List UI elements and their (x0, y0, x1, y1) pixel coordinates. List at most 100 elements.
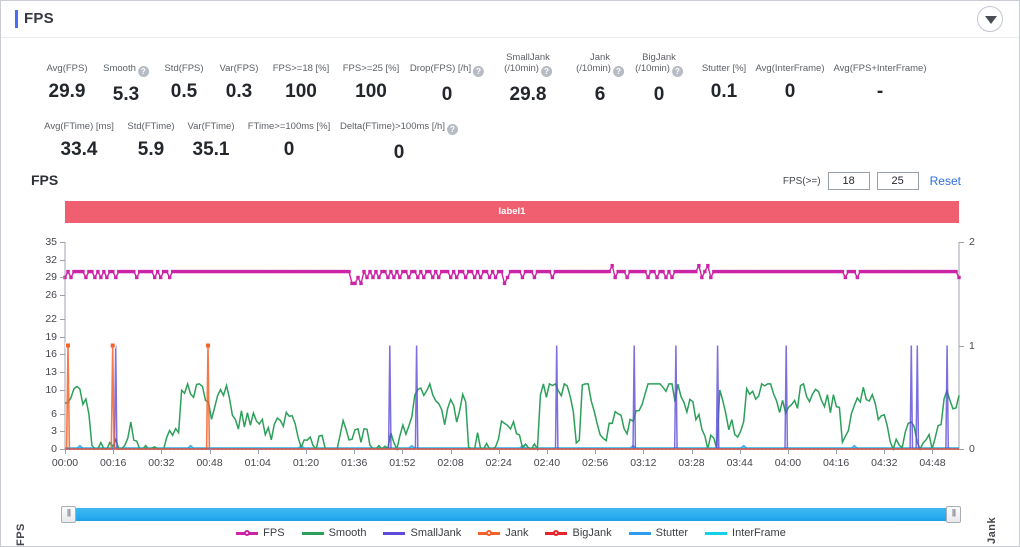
metric-frametime-3: FTime>=100ms [%] 0 (248, 110, 331, 161)
y-tick-mark (60, 295, 65, 296)
legend-label: InterFrame (732, 527, 786, 539)
help-icon[interactable]: ? (541, 66, 552, 77)
x-tick-mark (692, 449, 693, 454)
metric-frametime-1: Std(FTime)5.9 (127, 110, 174, 161)
metric-value: 33.4 (44, 139, 114, 161)
metric-primary-9: BigJank(/10min)?0 (635, 52, 683, 106)
threshold-label: FPS(>=) (783, 176, 821, 187)
y2-tick-mark (959, 449, 964, 450)
help-icon[interactable]: ? (447, 124, 458, 135)
metric-primary-11: Avg(InterFrame)0 (756, 52, 825, 103)
fps-panel: FPS Avg(FPS) 29.9 Smooth? 5.3 Std(FPS)0.5 Var… (0, 0, 1020, 547)
metric-value: 29.9 (46, 81, 87, 103)
x-tick-11: 02:56 (582, 457, 608, 469)
y-tick-mark (60, 390, 65, 391)
metric-label: FTime>=100ms [%] (248, 121, 331, 132)
threshold-low-input[interactable] (828, 172, 870, 190)
metric-value: 0.3 (220, 81, 259, 103)
x-tick-9: 02:24 (486, 457, 512, 469)
help-icon[interactable]: ? (138, 66, 149, 77)
y2-tick-1: 1 (969, 340, 975, 352)
metric-value: 29.8 (504, 84, 552, 106)
metrics-summary: Avg(FPS)29.9Smooth?5.3Std(FPS)0.5Var(FPS… (1, 38, 1019, 168)
metric-primary-4: FPS>=18 [%]100 (273, 52, 330, 103)
legend-label: BigJank (572, 527, 611, 539)
legend-label: Stutter (656, 527, 688, 539)
y-tick-11: 0 (5, 443, 57, 455)
metric-value: 6 (576, 84, 624, 106)
legend-item-smooth[interactable]: Smooth (302, 527, 367, 539)
x-tick-mark (161, 449, 162, 454)
y-tick-mark (60, 319, 65, 320)
x-tick-14: 03:44 (727, 457, 753, 469)
y-tick-mark (60, 431, 65, 432)
collapse-button[interactable] (977, 6, 1003, 32)
metric-label: Stutter [%] (702, 63, 746, 74)
y-tick-8: 10 (5, 384, 57, 396)
range-handle-left[interactable] (61, 506, 76, 523)
metric-value: 5.3 (103, 84, 149, 106)
x-tick-mark (354, 449, 355, 454)
metric-value: 0 (410, 84, 484, 106)
y-tick-4: 22 (5, 313, 57, 325)
legend-item-jank[interactable]: Jank (478, 527, 528, 539)
metric-label: Avg(FPS) (46, 63, 87, 74)
legend-swatch-icon (383, 528, 405, 538)
threshold-controls: FPS(>=) Reset (783, 172, 961, 190)
metric-value: 0 (248, 139, 331, 161)
title-accent-bar (15, 10, 18, 28)
y-tick-9: 6 (5, 408, 57, 420)
metric-value: - (833, 81, 926, 103)
metric-label: BigJank(/10min)? (635, 52, 683, 77)
range-handle-right[interactable] (946, 506, 961, 523)
y-tick-mark (60, 414, 65, 415)
panel-header: FPS (1, 1, 1019, 38)
metric-primary-1: Smooth?5.3 (103, 52, 149, 106)
metric-primary-3: Var(FPS)0.3 (220, 52, 259, 103)
legend-item-interframe[interactable]: InterFrame (705, 527, 786, 539)
page-title: FPS (24, 10, 54, 27)
y-tick-6: 16 (5, 348, 57, 360)
legend-item-bigjank[interactable]: BigJank (545, 527, 611, 539)
legend-label: Smooth (329, 527, 367, 539)
x-tick-mark (451, 449, 452, 454)
x-tick-mark (258, 449, 259, 454)
label-bar[interactable]: label1 (65, 201, 959, 223)
metric-primary-5: FPS>=25 [%]100 (343, 52, 400, 103)
x-tick-mark (884, 449, 885, 454)
time-range-slider[interactable] (62, 506, 960, 523)
x-tick-5: 01:20 (293, 457, 319, 469)
x-tick-1: 00:16 (100, 457, 126, 469)
x-tick-mark (740, 449, 741, 454)
reset-button[interactable]: Reset (930, 174, 961, 188)
plot-area: 353229262219161310630 210 00:0000:1600:3… (1, 234, 1020, 474)
y-tick-1: 32 (5, 254, 57, 266)
metric-label: FPS>=25 [%] (343, 63, 400, 74)
help-icon[interactable]: ? (672, 66, 683, 77)
threshold-high-input[interactable] (877, 172, 919, 190)
metric-primary-8: Jank(/10min)?6 (576, 52, 624, 106)
x-tick-mark (932, 449, 933, 454)
help-icon[interactable]: ? (473, 66, 484, 77)
metric-primary-0: Avg(FPS) 29.9 (46, 52, 87, 103)
metric-primary-7: SmallJank(/10min)?29.8 (504, 52, 552, 106)
metric-label: Avg(InterFrame) (756, 63, 825, 74)
metric-primary-2: Std(FPS)0.5 (164, 52, 203, 103)
help-icon[interactable]: ? (613, 66, 624, 77)
legend-item-stutter[interactable]: Stutter (629, 527, 688, 539)
x-tick-2: 00:32 (148, 457, 174, 469)
metrics-row-primary: Avg(FPS)29.9Smooth?5.3Std(FPS)0.5Var(FPS… (1, 52, 1019, 110)
x-tick-mark (643, 449, 644, 454)
metric-frametime-4: Delta(FTime)>100ms [/h]?0 (340, 110, 458, 164)
chart-canvas[interactable] (1, 234, 1020, 474)
metrics-row-frametime: Avg(FTime) [ms]33.4Std(FTime)5.9Var(FTim… (1, 110, 1019, 168)
y-tick-2: 29 (5, 271, 57, 283)
y-tick-3: 26 (5, 289, 57, 301)
legend-item-smalljank[interactable]: SmallJank (383, 527, 461, 539)
legend-item-fps[interactable]: FPS (236, 527, 284, 539)
range-track[interactable] (62, 508, 960, 521)
metric-value: 35.1 (188, 139, 235, 161)
legend-label: FPS (263, 527, 284, 539)
x-tick-4: 01:04 (245, 457, 271, 469)
x-tick-13: 03:28 (678, 457, 704, 469)
